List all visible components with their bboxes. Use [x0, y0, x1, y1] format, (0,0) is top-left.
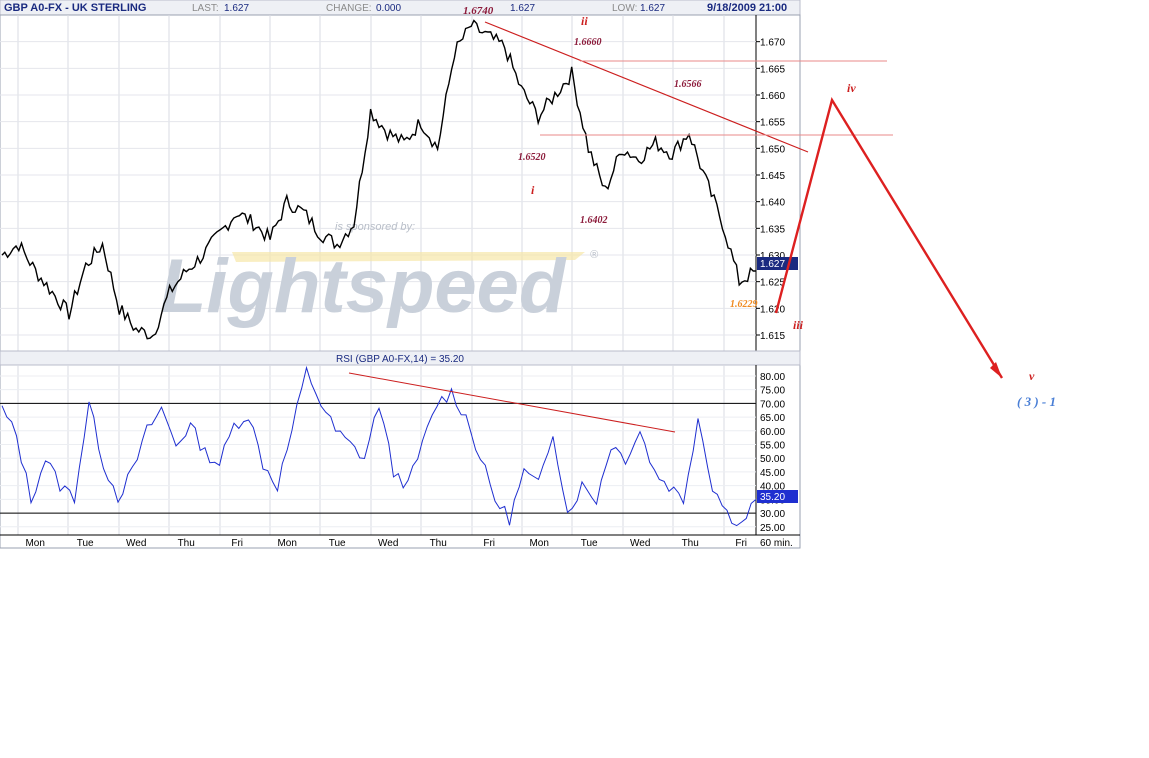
price-tick-label: 1.660 — [760, 91, 785, 102]
price-tick-label: 1.635 — [760, 224, 785, 235]
price-tick-label: 1.650 — [760, 144, 785, 155]
day-label: Mon — [277, 538, 296, 549]
last-price-badge-text: 1.627 — [760, 259, 785, 270]
header-bar: GBP A0-FX - UK STERLING LAST: 1.627 CHAN… — [0, 0, 801, 16]
rsi-tick-label: 45.00 — [760, 468, 785, 479]
label-wave-v: v — [1029, 369, 1035, 383]
rsi-tick-label: 65.00 — [760, 413, 785, 424]
price-tick-label: 1.665 — [760, 64, 785, 75]
rsi-tick-label: 25.00 — [760, 523, 785, 534]
label-wave-iv: iv — [847, 81, 856, 95]
day-label: Fri — [735, 538, 747, 549]
price-tick-label: 1.620 — [760, 304, 785, 315]
rsi-tick-label: 30.00 — [760, 509, 785, 520]
symbol-title: GBP A0-FX - UK STERLING — [4, 2, 146, 14]
day-label: Wed — [126, 538, 146, 549]
low-label: LOW: — [612, 3, 637, 14]
label-wave-iii: iii — [793, 318, 804, 332]
day-label: Thu — [178, 538, 195, 549]
rsi-tick-label: 80.00 — [760, 372, 785, 383]
chart-stage: GBP A0-FX - UK STERLING LAST: 1.627 CHAN… — [0, 0, 1056, 549]
day-label: Tue — [581, 538, 598, 549]
rsi-badge: 35.20 — [757, 490, 798, 503]
label-16520: 1.6520 — [518, 152, 546, 163]
day-label: Wed — [378, 538, 398, 549]
day-label: Fri — [231, 538, 243, 549]
datetime-label: 9/18/2009 21:00 — [707, 2, 787, 14]
watermark-logo: Lightspeed — [160, 244, 567, 329]
price-tick-label: 1.645 — [760, 171, 785, 182]
day-label: Tue — [329, 538, 346, 549]
label-wave-ii: ii — [581, 14, 588, 28]
day-label: Tue — [77, 538, 94, 549]
day-label: Mon — [529, 538, 548, 549]
price-tick-label: 1.640 — [760, 198, 785, 209]
label-16229: 1.6229 — [730, 299, 758, 310]
low-value: 1.627 — [640, 3, 665, 14]
label-16566: 1.6566 — [674, 79, 702, 90]
rsi-tick-label: 50.00 — [760, 454, 785, 465]
last-price-badge: 1.627 — [757, 257, 798, 270]
projection-arrowhead — [990, 362, 1002, 378]
last-value: 1.627 — [224, 3, 249, 14]
label-target: ( 3 ) - 1 — [1017, 394, 1056, 409]
watermark-sponsored: is sponsored by: — [335, 221, 415, 233]
day-label: Thu — [430, 538, 447, 549]
day-label: Mon — [25, 538, 44, 549]
high-value: 1.627 — [510, 3, 535, 14]
label-16740: 1.6740 — [463, 5, 494, 17]
day-label: Thu — [682, 538, 699, 549]
day-label: Fri — [483, 538, 495, 549]
price-tick-label: 1.670 — [760, 38, 785, 49]
rsi-panel: RSI (GBP A0-FX,14) = 35.20 80.00 75.00 70.… — [0, 350, 801, 549]
change-label: CHANGE: — [326, 3, 372, 14]
rsi-tick-label: 60.00 — [760, 427, 785, 438]
rsi-tick-label: 55.00 — [760, 441, 785, 452]
last-label: LAST: — [192, 3, 219, 14]
price-tick-label: 1.655 — [760, 118, 785, 129]
price-tick-label: 1.615 — [760, 331, 785, 342]
label-16660: 1.6660 — [574, 37, 602, 48]
rsi-badge-text: 35.20 — [760, 492, 785, 503]
change-value: 0.000 — [376, 3, 401, 14]
rsi-tick-label: 70.00 — [760, 399, 785, 410]
label-16402: 1.6402 — [580, 215, 608, 226]
rsi-title: RSI (GBP A0-FX,14) = 35.20 — [336, 354, 464, 365]
day-label: Wed — [630, 538, 650, 549]
rsi-tick-label: 75.00 — [760, 386, 785, 397]
time-axis: Mon Tue Wed Thu Fri Mon Tue Wed Thu Fri Mon Tue Wed T… — [25, 538, 747, 549]
interval-label: 60 min. — [760, 538, 793, 549]
watermark-registered: ® — [590, 249, 599, 261]
projected-wave-path — [774, 96, 1004, 379]
